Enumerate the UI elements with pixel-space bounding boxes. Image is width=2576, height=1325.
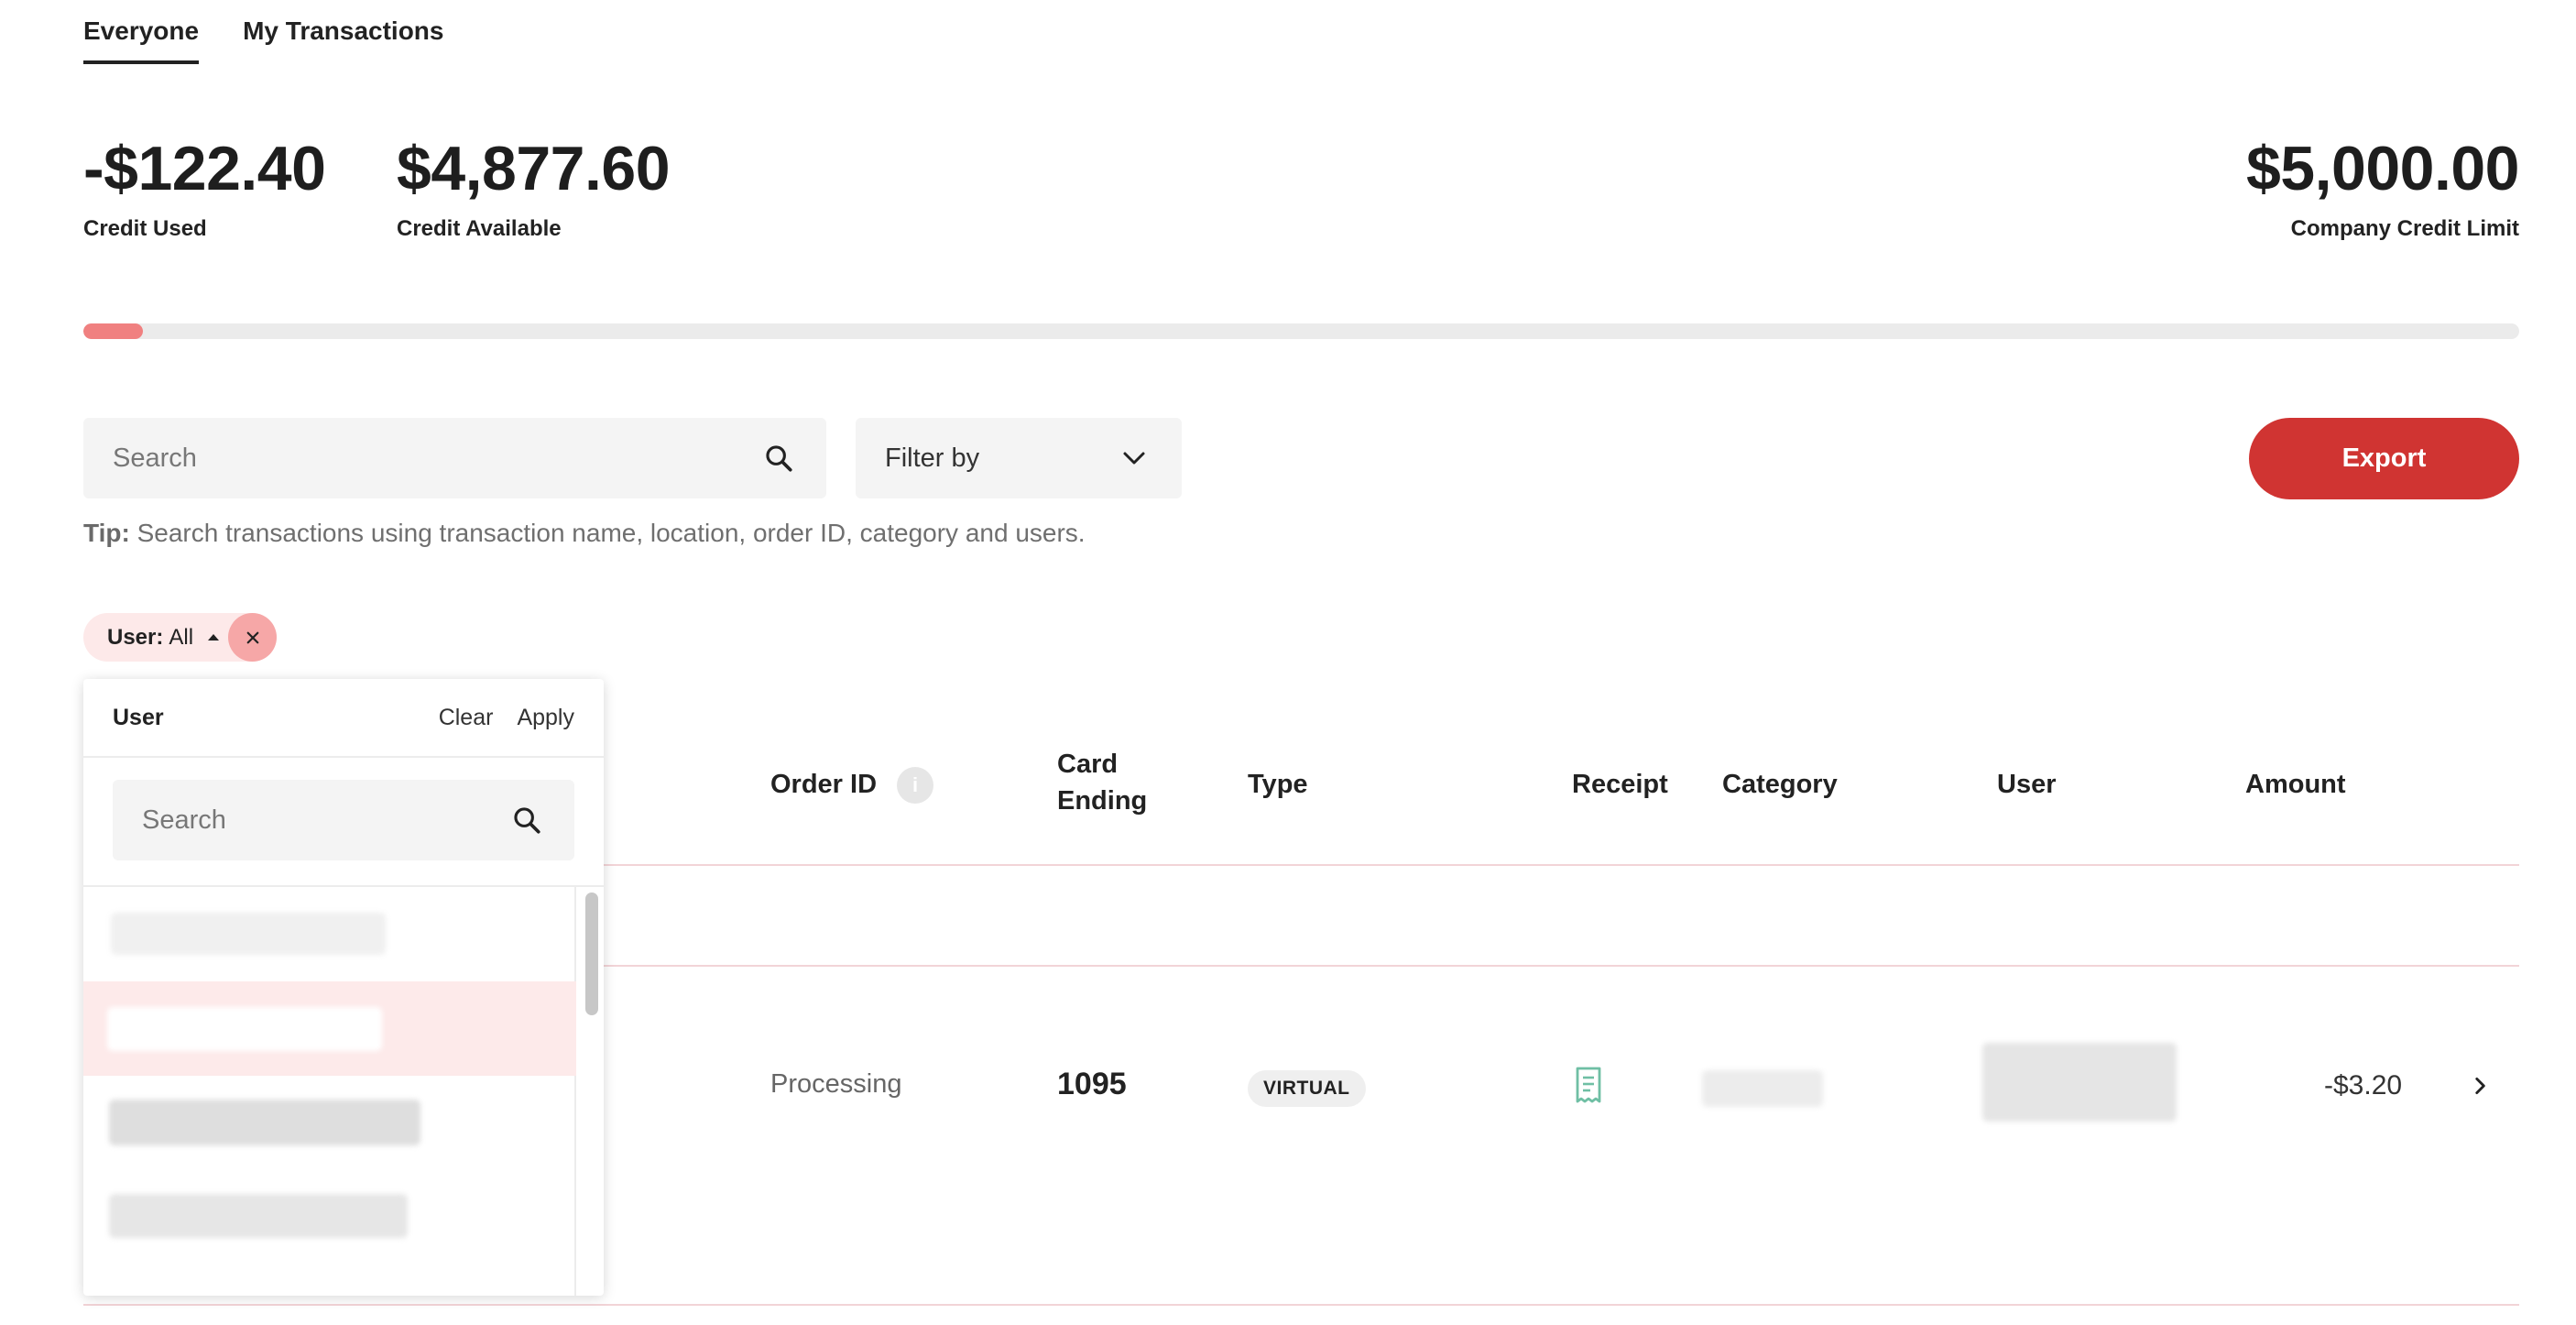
- search-icon[interactable]: [508, 802, 545, 838]
- dropdown-header: User Clear Apply: [83, 679, 604, 758]
- tip-prefix: Tip:: [83, 519, 130, 547]
- credit-progress-fill: [83, 323, 144, 339]
- user-list: [83, 887, 576, 1296]
- search-tip: Tip: Search transactions using transacti…: [83, 519, 1086, 548]
- category-redacted: [1702, 1070, 1823, 1107]
- credit-available-stat: $4,877.60 Credit Available: [397, 134, 671, 242]
- user-option-redacted: [109, 1100, 420, 1145]
- filter-by-dropdown[interactable]: Filter by: [856, 418, 1182, 498]
- row-amount: -$3.20: [2324, 1070, 2403, 1101]
- search-icon[interactable]: [760, 440, 797, 476]
- chevron-right-icon[interactable]: [2464, 1070, 2495, 1101]
- credit-progress-bar: [83, 323, 2519, 339]
- tab-bar: Everyone My Transactions: [83, 16, 443, 64]
- user-list-container: [83, 885, 604, 1296]
- user-option-redacted: [111, 913, 386, 955]
- caret-up-icon: [208, 634, 220, 641]
- user-redacted: [1982, 1043, 2177, 1122]
- tab-my-transactions[interactable]: My Transactions: [243, 16, 443, 64]
- search-input[interactable]: [113, 443, 760, 474]
- tab-everyone[interactable]: Everyone: [83, 16, 200, 64]
- table-divider-bottom: [83, 1304, 2519, 1306]
- user-option[interactable]: [83, 1076, 576, 1170]
- header-card-ending[interactable]: Card Ending: [1057, 746, 1147, 819]
- credit-available-label: Credit Available: [397, 216, 562, 241]
- header-amount[interactable]: Amount: [2245, 766, 2346, 803]
- credit-available-value: $4,877.60: [397, 134, 671, 203]
- transaction-search: [83, 418, 826, 498]
- export-button[interactable]: Export: [2249, 418, 2519, 499]
- chevron-down-icon: [1116, 440, 1152, 476]
- receipt-icon[interactable]: [1572, 1067, 1605, 1108]
- chip-close-icon[interactable]: [228, 613, 278, 662]
- header-category[interactable]: Category: [1722, 766, 1838, 803]
- header-order-id-label: Order ID: [770, 770, 878, 799]
- user-search-input[interactable]: [142, 805, 508, 836]
- user-option[interactable]: [83, 887, 576, 981]
- info-icon[interactable]: i: [897, 767, 934, 805]
- dropdown-actions: Clear Apply: [439, 705, 574, 731]
- user-option[interactable]: [83, 981, 576, 1076]
- credit-limit-stat: $5,000.00 Company Credit Limit: [2245, 134, 2520, 242]
- credit-used-label: Credit Used: [83, 216, 207, 241]
- credit-limit-value: $5,000.00: [2245, 134, 2520, 203]
- header-user[interactable]: User: [1997, 766, 2057, 803]
- credit-used-value: -$122.40: [83, 134, 326, 203]
- header-card-ending-line2: Ending: [1057, 786, 1148, 816]
- user-option[interactable]: [83, 1170, 576, 1265]
- header-card-ending-line1: Card: [1057, 750, 1119, 779]
- user-filter-chip[interactable]: User: All: [83, 613, 278, 662]
- header-order-id[interactable]: Order ID i: [770, 766, 934, 805]
- user-option-redacted: [109, 1194, 408, 1238]
- header-receipt[interactable]: Receipt: [1572, 766, 1668, 803]
- credit-used-stat: -$122.40 Credit Used: [83, 134, 326, 242]
- filter-by-label: Filter by: [885, 443, 980, 473]
- chip-label: User:: [107, 624, 164, 650]
- user-option-redacted: [107, 1007, 382, 1051]
- credit-limit-label: Company Credit Limit: [2290, 216, 2519, 241]
- dropdown-scrollbar[interactable]: [585, 892, 598, 1015]
- tip-text: Search transactions using transaction na…: [129, 519, 1086, 547]
- user-filter-dropdown: User Clear Apply: [83, 679, 604, 1296]
- dropdown-search: [113, 780, 574, 860]
- header-type[interactable]: Type: [1248, 766, 1308, 803]
- chip-value: All: [169, 624, 194, 650]
- row-card-ending: 1095: [1057, 1067, 1127, 1101]
- type-badge: VIRTUAL: [1248, 1070, 1366, 1107]
- dropdown-title: User: [113, 704, 164, 730]
- row-status: Processing: [770, 1069, 902, 1099]
- apply-button[interactable]: Apply: [517, 705, 574, 731]
- clear-button[interactable]: Clear: [439, 705, 494, 731]
